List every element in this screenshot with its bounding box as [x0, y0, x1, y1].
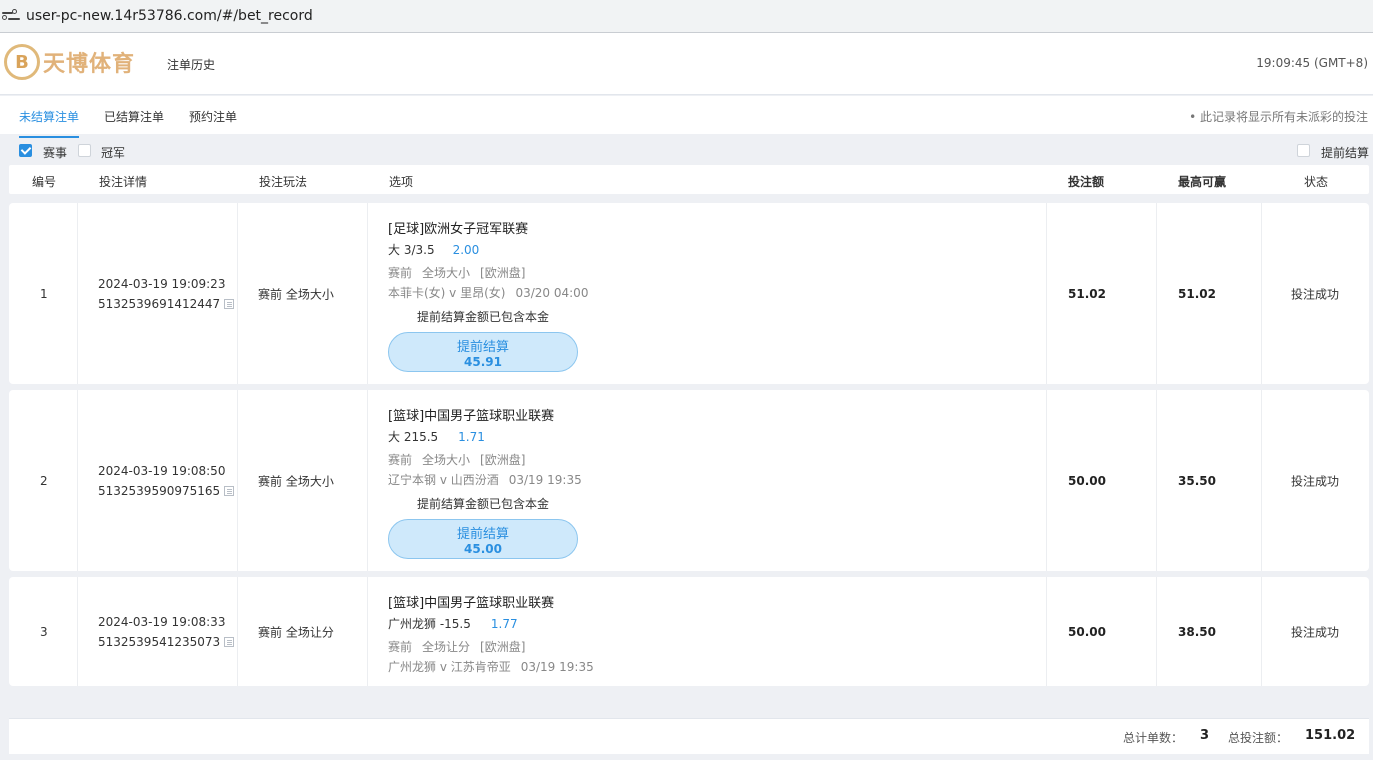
cashout-amount: 45.00	[464, 542, 502, 556]
cashout-label: 提前结算	[456, 527, 509, 542]
bet-odds: 1.77	[490, 617, 518, 631]
url-text[interactable]: user-pc-new.14r53786.com/#/bet_record	[26, 8, 313, 24]
cashout-label: 提前结算	[456, 340, 509, 355]
max-win-amount: 35.50	[1178, 474, 1216, 488]
cashout-note: 提前结算金额已包含本金	[417, 497, 550, 511]
match-teams: 广州龙狮 v 江苏肯帝亚	[388, 660, 511, 674]
row-index: 3	[40, 625, 48, 639]
order-number: 5132539541235073	[98, 635, 221, 649]
meta-market: 全场大小	[422, 453, 471, 467]
app-header: B 天博体育 注单历史 19:09:45 (GMT+8)	[0, 33, 1373, 95]
col-option: 选项	[389, 175, 414, 189]
col-stake: 投注额	[1068, 175, 1105, 189]
row-index: 2	[40, 474, 48, 488]
col-status: 状态	[1304, 175, 1329, 189]
total-stake: 151.02	[1305, 728, 1356, 743]
bet-odds: 2.00	[452, 243, 480, 257]
match-time: 03/20 04:00	[515, 286, 589, 300]
max-win-amount: 51.02	[1178, 287, 1216, 301]
brand-logo[interactable]: B 天博体育	[4, 44, 135, 80]
bet-play-type: 赛前 全场让分	[258, 625, 334, 640]
col-play: 投注玩法	[259, 175, 308, 189]
logo-badge-icon: B	[4, 44, 40, 80]
records-notice: • 此记录将显示所有未派彩的投注	[1189, 110, 1368, 124]
meta-stage: 赛前	[388, 640, 413, 654]
stake-amount: 50.00	[1068, 474, 1106, 488]
browser-address-bar: user-pc-new.14r53786.com/#/bet_record	[0, 0, 1373, 33]
match-time: 03/19 19:35	[520, 660, 594, 674]
tab-reserved[interactable]: 预约注单	[189, 108, 237, 125]
meta-stage: 赛前	[388, 453, 413, 467]
order-number: 5132539590975165	[98, 484, 221, 498]
event-filter-label[interactable]: 赛事	[43, 144, 67, 161]
site-settings-icon[interactable]	[0, 9, 22, 23]
filter-row: 赛事 冠军 提前结算	[0, 140, 1373, 162]
cashout-amount: 45.91	[464, 355, 502, 369]
champion-checkbox[interactable]	[78, 144, 91, 157]
bet-pick: 大 215.5	[388, 430, 439, 444]
cashout-button[interactable]: 提前结算 45.00	[388, 519, 578, 559]
table-row: 2 2024-03-19 19:08:50 5132539590975165 赛…	[9, 390, 1369, 571]
early-settle-checkbox[interactable]	[1297, 144, 1310, 157]
bet-pick: 大 3/3.5	[388, 243, 435, 257]
bet-count: 3	[1200, 728, 1210, 743]
col-index: 编号	[32, 175, 57, 189]
league-name: [足球]欧洲女子冠军联赛	[388, 222, 529, 237]
copy-icon[interactable]	[224, 299, 235, 309]
order-number: 5132539691412447	[98, 297, 221, 311]
early-settle-filter-label[interactable]: 提前结算	[1321, 144, 1369, 161]
summary-footer: 总计单数： 3 总投注额： 151.02	[9, 718, 1369, 754]
brand-name: 天博体育	[43, 52, 136, 77]
bet-status: 投注成功	[1291, 625, 1340, 640]
meta-odds-type: [欧洲盘]	[480, 266, 526, 280]
meta-market: 全场让分	[422, 640, 471, 654]
league-name: [篮球]中国男子篮球职业联赛	[388, 596, 555, 611]
event-checkbox[interactable]	[19, 144, 32, 157]
match-teams: 辽宁本钢 v 山西汾酒	[388, 473, 499, 487]
stake-amount: 51.02	[1068, 287, 1106, 301]
bet-play-type: 赛前 全场大小	[258, 474, 334, 489]
bet-status: 投注成功	[1291, 287, 1340, 302]
bet-play-type: 赛前 全场大小	[258, 287, 334, 302]
max-win-amount: 38.50	[1178, 625, 1216, 639]
stake-amount: 50.00	[1068, 625, 1106, 639]
bet-status: 投注成功	[1291, 474, 1340, 489]
cashout-button[interactable]: 提前结算 45.91	[388, 332, 578, 372]
tab-unsettled[interactable]: 未结算注单	[19, 108, 80, 138]
total-stake-label: 总投注额：	[1228, 731, 1289, 745]
bet-pick: 广州龙狮 -15.5	[388, 617, 471, 631]
table-row: 1 2024-03-19 19:09:23 5132539691412447 赛…	[9, 203, 1369, 384]
bet-datetime: 2024-03-19 19:09:23	[98, 277, 226, 291]
match-time: 03/19 19:35	[508, 473, 582, 487]
meta-stage: 赛前	[388, 266, 413, 280]
cashout-note: 提前结算金额已包含本金	[417, 310, 550, 324]
match-teams: 本菲卡(女) v 里昂(女)	[388, 286, 506, 300]
champion-filter-label[interactable]: 冠军	[101, 144, 125, 161]
page-title: 注单历史	[167, 58, 216, 72]
row-index: 1	[40, 287, 48, 301]
bet-datetime: 2024-03-19 19:08:50	[98, 464, 226, 478]
meta-odds-type: [欧洲盘]	[480, 453, 526, 467]
table-row: 3 2024-03-19 19:08:33 5132539541235073 赛…	[9, 577, 1369, 686]
bet-count-label: 总计单数：	[1123, 731, 1184, 745]
meta-market: 全场大小	[422, 266, 471, 280]
col-detail: 投注详情	[99, 175, 148, 189]
tab-bar: 未结算注单 已结算注单 预约注单 • 此记录将显示所有未派彩的投注	[0, 96, 1373, 138]
server-clock: 19:09:45 (GMT+8)	[1256, 56, 1368, 70]
table-header: 编号 投注详情 投注玩法 选项 投注额 最高可赢 状态	[9, 165, 1369, 194]
bet-datetime: 2024-03-19 19:08:33	[98, 615, 226, 629]
bet-odds: 1.71	[458, 430, 485, 444]
copy-icon[interactable]	[224, 637, 235, 647]
league-name: [篮球]中国男子篮球职业联赛	[388, 409, 555, 424]
tab-settled[interactable]: 已结算注单	[104, 108, 164, 125]
copy-icon[interactable]	[224, 486, 235, 496]
meta-odds-type: [欧洲盘]	[480, 640, 526, 654]
col-max-win: 最高可赢	[1178, 175, 1227, 189]
